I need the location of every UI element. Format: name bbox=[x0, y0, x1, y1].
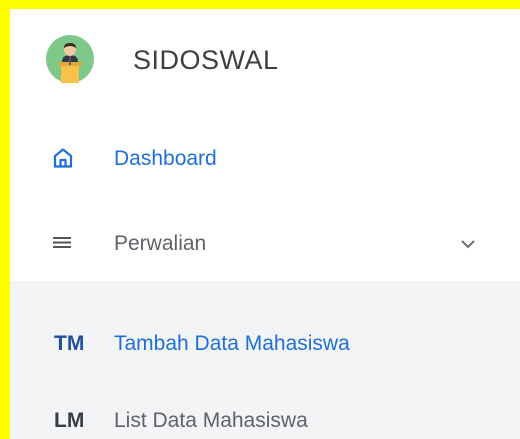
perwalian-submenu: TM Tambah Data Mahasiswa LM List Data Ma… bbox=[10, 281, 520, 439]
presenter-avatar-icon bbox=[46, 35, 94, 83]
chevron-down-icon[interactable] bbox=[460, 238, 476, 250]
sidebar-item-perwalian[interactable]: Perwalian bbox=[10, 214, 520, 274]
sidebar: SIDOSWAL Dashboard Perwalian TM Tambah D… bbox=[10, 9, 520, 439]
home-icon bbox=[53, 148, 73, 168]
sidebar-item-label: Perwalian bbox=[114, 232, 207, 255]
menu-lines-icon bbox=[53, 237, 71, 248]
submenu-abbr: TM bbox=[54, 332, 85, 355]
submenu-item-list-data-mahasiswa[interactable]: LM List Data Mahasiswa bbox=[10, 396, 520, 439]
sidebar-item-label: Dashboard bbox=[114, 147, 217, 170]
submenu-label: Tambah Data Mahasiswa bbox=[114, 332, 350, 355]
submenu-item-tambah-data-mahasiswa[interactable]: TM Tambah Data Mahasiswa bbox=[10, 319, 520, 369]
sidebar-item-dashboard[interactable]: Dashboard bbox=[10, 129, 520, 189]
submenu-abbr: LM bbox=[54, 409, 85, 432]
submenu-label: List Data Mahasiswa bbox=[114, 409, 308, 432]
brand-header[interactable]: SIDOSWAL bbox=[10, 9, 520, 119]
app-title: SIDOSWAL bbox=[133, 45, 279, 75]
